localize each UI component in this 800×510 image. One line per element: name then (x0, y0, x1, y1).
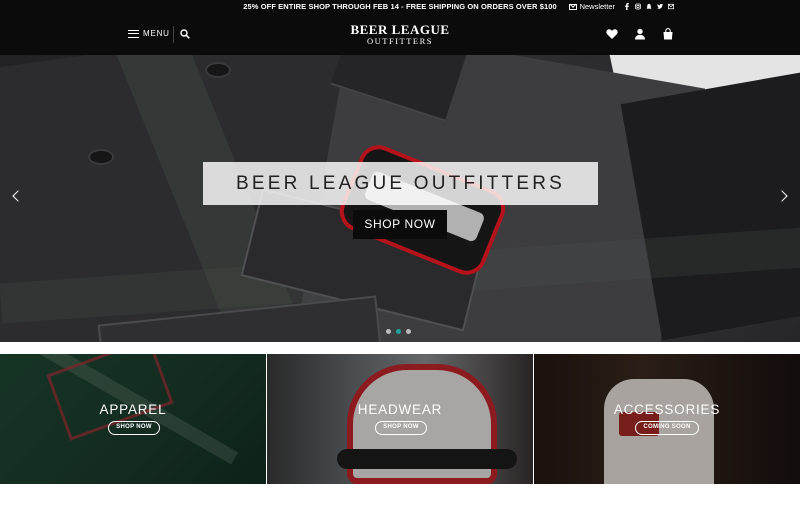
top-links: Newsletter (568, 2, 674, 11)
cart-icon[interactable] (662, 28, 674, 40)
tile-apparel-button[interactable]: SHOP NOW (108, 421, 160, 435)
hero-image-shirt-button (88, 149, 114, 165)
logo-line-2: OUTFITTERS (367, 36, 433, 46)
promo-text: 25% OFF ENTIRE SHOP THROUGH FEB 14 - FRE… (243, 2, 557, 11)
newsletter-label: Newsletter (579, 2, 615, 11)
hero-shop-now-button[interactable]: SHOP NOW (353, 210, 447, 239)
account-icon[interactable] (634, 28, 646, 40)
search-icon[interactable] (180, 29, 190, 39)
instagram-icon[interactable] (635, 3, 641, 10)
slider-dot[interactable] (406, 329, 411, 334)
hero-title: BEER LEAGUE OUTFITTERS (203, 162, 598, 205)
hamburger-icon (128, 29, 139, 38)
slider-dot[interactable] (386, 329, 391, 334)
tile-overlay (267, 354, 533, 484)
tile-apparel[interactable]: APPAREL SHOP NOW (0, 354, 266, 484)
twitter-icon[interactable] (657, 3, 663, 10)
tile-overlay (534, 354, 800, 484)
envelope-icon (568, 3, 577, 10)
newsletter-link[interactable]: Newsletter (568, 2, 615, 11)
tile-headwear-button[interactable]: SHOP NOW (375, 421, 427, 435)
heart-icon[interactable] (606, 28, 618, 40)
header-icons (606, 28, 674, 40)
email-icon[interactable] (668, 3, 674, 10)
tile-apparel-title: APPAREL (99, 402, 167, 417)
hero-slider[interactable]: BEER LEAGUE OUTFITTERS SHOP NOW (0, 55, 800, 342)
promo-bar: 25% OFF ENTIRE SHOP THROUGH FEB 14 - FRE… (0, 0, 800, 15)
logo-line-1: BEER LEAGUE (350, 22, 450, 37)
menu-label: MENU (143, 29, 170, 38)
header-divider (173, 26, 174, 43)
tile-accessories-button[interactable]: COMING SOON (635, 421, 699, 435)
tile-headwear[interactable]: HEADWEAR SHOP NOW (267, 354, 533, 484)
tile-accessories[interactable]: ACCESSORIES COMING SOON (534, 354, 800, 484)
hero-image-shirt-button (205, 62, 231, 78)
site-logo[interactable]: BEER LEAGUE OUTFITTERS (330, 22, 470, 46)
snapchat-icon[interactable] (646, 3, 652, 10)
menu-button[interactable]: MENU (128, 29, 170, 38)
tile-headwear-title: HEADWEAR (357, 402, 443, 417)
facebook-icon[interactable] (624, 3, 630, 10)
slider-dot-active[interactable] (396, 329, 401, 334)
tile-accessories-title: ACCESSORIES (613, 402, 721, 417)
tile-overlay (0, 354, 266, 484)
site-header: MENU BEER LEAGUE OUTFITTERS (0, 15, 800, 55)
slider-dots (386, 329, 411, 334)
category-tiles: APPAREL SHOP NOW HEADWEAR SHOP NOW ACCES… (0, 354, 800, 484)
